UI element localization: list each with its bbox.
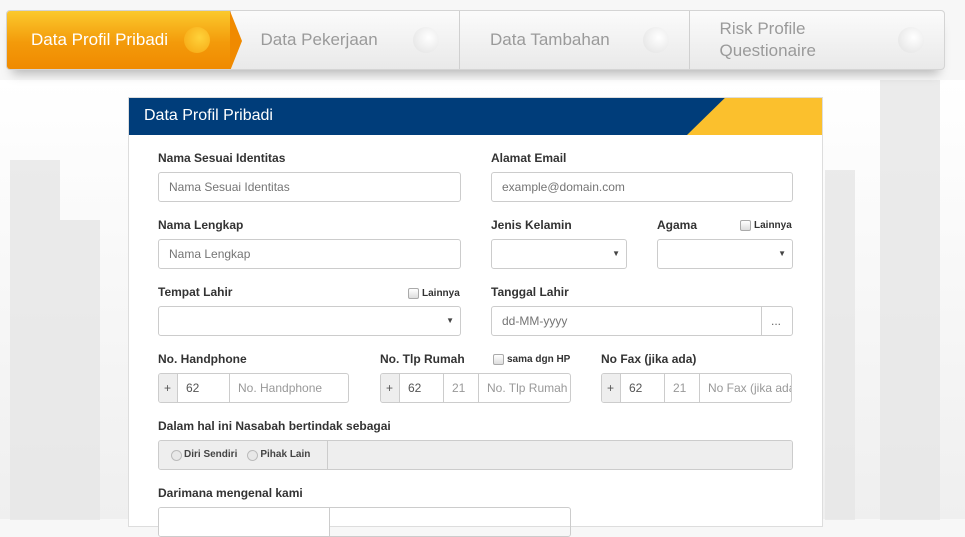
mengenal-input-group[interactable]	[158, 507, 571, 537]
area-code-input[interactable]: 21	[664, 374, 699, 402]
radio-pihak-lain[interactable]: Pihak Lain	[247, 441, 310, 469]
step-circle-icon	[183, 27, 210, 53]
mengenal-select[interactable]	[159, 508, 329, 536]
step-circle-icon	[413, 27, 440, 53]
step-risk-profile[interactable]: Risk Profile Questionaire	[690, 11, 944, 69]
label-tempat-lahir: Tempat Lahir	[158, 285, 233, 299]
checkbox-icon	[493, 354, 504, 365]
nama-identitas-input[interactable]	[158, 172, 461, 202]
header-accent	[687, 98, 822, 135]
label-mengenal: Darimana mengenal kami	[158, 486, 303, 500]
checkbox-icon	[408, 288, 419, 299]
label-tanggal-lahir: Tanggal Lahir	[491, 285, 569, 299]
plus-addon: +	[602, 374, 620, 402]
building-decoration	[825, 170, 855, 520]
step-data-pekerjaan[interactable]: Data Pekerjaan	[231, 11, 461, 69]
tempat-lahir-lainnya-checkbox[interactable]: Lainnya	[408, 288, 460, 299]
agama-lainnya-checkbox[interactable]: Lainnya	[740, 220, 792, 231]
agama-select[interactable]	[657, 239, 793, 269]
label-nama-lengkap: Nama Lengkap	[158, 218, 244, 232]
plus-addon: +	[381, 374, 399, 402]
label-agama: Agama	[657, 218, 698, 232]
date-picker-button[interactable]: ...	[761, 306, 793, 336]
checkbox-icon	[740, 220, 751, 231]
radio-label: Diri Sendiri	[184, 449, 238, 460]
step-arrow	[229, 11, 242, 69]
step-data-profil-pribadi[interactable]: Data Profil Pribadi	[7, 11, 242, 69]
label-fax: No Fax (jika ada)	[601, 352, 697, 366]
label-tlp-rumah: No. Tlp Rumah	[380, 352, 465, 366]
label-email: Alamat Email	[491, 151, 567, 165]
building-decoration	[60, 220, 100, 520]
jenis-kelamin-select[interactable]	[491, 239, 627, 269]
country-code-input[interactable]: 62	[177, 374, 229, 402]
checkbox-label: Lainnya	[422, 288, 460, 299]
step-circle-icon	[642, 27, 669, 53]
label-nama-identitas: Nama Sesuai Identitas	[158, 151, 286, 165]
handphone-group: + 62 No. Handphone	[158, 373, 349, 403]
country-code-input[interactable]: 62	[399, 374, 443, 402]
plus-addon: +	[159, 374, 177, 402]
mengenal-detail-input[interactable]	[329, 508, 570, 536]
building-decoration	[880, 80, 940, 520]
building-decoration	[10, 160, 60, 520]
tempat-lahir-select[interactable]	[158, 306, 461, 336]
tlp-rumah-input[interactable]: No. Tlp Rumah	[478, 374, 570, 402]
radio-icon	[171, 449, 182, 461]
radio-icon	[247, 449, 259, 461]
step-label: Risk Profile Questionaire	[719, 19, 816, 60]
step-circle-icon	[898, 27, 924, 53]
panel-title: Data Profil Pribadi	[144, 107, 273, 124]
tanggal-lahir-input[interactable]	[491, 306, 762, 336]
panel-header: Data Profil Pribadi	[129, 98, 822, 135]
nama-lengkap-input[interactable]	[158, 239, 461, 269]
checkbox-label: sama dgn HP	[507, 354, 571, 365]
fax-group: + 62 21 No Fax (jika ada)	[601, 373, 792, 403]
fax-input[interactable]: No Fax (jika ada)	[699, 374, 791, 402]
label-jenis-kelamin: Jenis Kelamin	[491, 218, 572, 232]
step-label: Data Profil Pribadi	[31, 30, 169, 49]
bertindak-detail-input	[327, 441, 792, 469]
email-input[interactable]	[491, 172, 793, 202]
tlp-rumah-group: + 62 21 No. Tlp Rumah	[380, 373, 571, 403]
step-label: Data Pekerjaan	[260, 30, 378, 49]
bertindak-radio-group: Diri Sendiri Pihak Lain	[158, 440, 793, 470]
step-data-tambahan[interactable]: Data Tambahan	[460, 11, 690, 69]
area-code-input[interactable]: 21	[443, 374, 478, 402]
handphone-input[interactable]: No. Handphone	[229, 374, 348, 402]
checkbox-label: Lainnya	[754, 220, 792, 231]
label-bertindak: Dalam hal ini Nasabah bertindak sebagai	[158, 419, 391, 433]
label-handphone: No. Handphone	[158, 352, 247, 366]
step-label: Data Tambahan	[490, 30, 610, 49]
radio-label: Pihak Lain	[260, 449, 311, 460]
sama-dgn-hp-checkbox[interactable]: sama dgn HP	[493, 354, 570, 365]
radio-diri-sendiri[interactable]: Diri Sendiri	[171, 441, 237, 469]
wizard-stepper: Data Profil Pribadi Data Pekerjaan Data …	[6, 10, 945, 70]
country-code-input[interactable]: 62	[620, 374, 664, 402]
